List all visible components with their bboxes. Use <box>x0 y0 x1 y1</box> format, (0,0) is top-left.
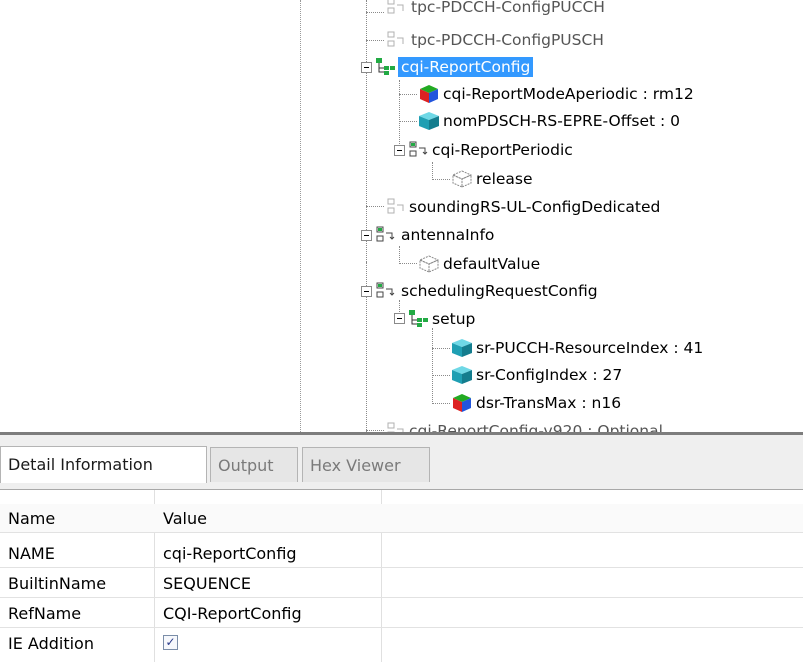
tree-connector <box>399 246 400 264</box>
tree-connector <box>432 162 433 180</box>
tab-output[interactable]: Output <box>210 447 298 482</box>
tree-node-label: cqi-ReportConfig-v920 : Optional <box>409 422 663 432</box>
sequence-icon <box>407 309 429 329</box>
tree-node[interactable]: sr-PUCCH-ResourceIndex : 41 <box>451 335 706 361</box>
tree-node-label: nomPDSCH-RS-EPRE-Offset : 0 <box>443 112 681 130</box>
collapse-toggle-cqi-reportconfig[interactable] <box>361 62 372 73</box>
tree-node-label: setup <box>432 310 476 328</box>
tree-node-label: tpc-PDCCH-ConfigPUCCH <box>411 0 605 16</box>
tree-connector <box>399 121 417 122</box>
null-cube-icon <box>451 169 473 189</box>
tree-node[interactable]: antennaInfo <box>374 222 497 248</box>
grid-row[interactable]: BuiltinName SEQUENCE <box>0 569 803 598</box>
column-header-name[interactable]: Name <box>8 504 55 533</box>
tree-node-label: release <box>476 170 533 188</box>
tree-node-label: cqi-ReportModeAperiodic : rm12 <box>443 85 694 103</box>
column-header-value[interactable]: Value <box>163 504 207 533</box>
choice-icon <box>407 140 429 160</box>
property-value: SEQUENCE <box>163 574 251 593</box>
tree-node[interactable]: nomPDSCH-RS-EPRE-Offset : 0 <box>418 108 683 134</box>
tree-connector <box>366 12 384 13</box>
tree-connector <box>432 328 433 404</box>
property-value: cqi-ReportConfig <box>163 544 297 563</box>
ie-tree-view[interactable]: tpc-PDCCH-ConfigPUCCH tpc-PDCCH-ConfigPU… <box>0 0 803 432</box>
optional-choice-icon <box>384 0 406 17</box>
grid-row[interactable]: RefName CQI-ReportConfig <box>0 599 803 628</box>
tree-node[interactable]: setup <box>407 306 478 332</box>
optional-choice-icon <box>384 421 406 432</box>
detail-properties-grid: Name Value NAME cqi-ReportConfig Builtin… <box>0 490 803 662</box>
collapse-toggle-setup[interactable] <box>394 313 405 324</box>
tree-node[interactable]: tpc-PDCCH-ConfigPUSCH <box>387 27 607 53</box>
tree-node[interactable]: schedulingRequestConfig <box>374 278 601 304</box>
tree-node[interactable]: release <box>451 166 536 192</box>
tree-connector <box>432 179 450 180</box>
optional-choice-icon <box>384 30 406 50</box>
property-value: CQI-ReportConfig <box>163 604 302 623</box>
tree-node-label: soundingRS-UL-ConfigDedicated <box>409 198 661 216</box>
tree-connector <box>399 263 417 264</box>
enumerated-cube-icon <box>418 84 440 104</box>
tree-node[interactable]: cqi-ReportPeriodic <box>407 137 576 163</box>
collapse-toggle-schedulingrequestconfig[interactable] <box>361 286 372 297</box>
optional-choice-icon <box>384 197 406 217</box>
tree-node-label: cqi-ReportConfig <box>398 57 534 77</box>
tree-node[interactable]: sr-ConfigIndex : 27 <box>451 362 625 388</box>
tree-node-label: cqi-ReportPeriodic <box>432 141 573 159</box>
choice-icon <box>374 281 396 301</box>
grid-header-row: Name Value <box>0 504 803 533</box>
tree-node-label: tpc-PDCCH-ConfigPUSCH <box>411 31 604 49</box>
tree-node-label: sr-ConfigIndex : 27 <box>476 366 623 384</box>
tree-node-label: dsr-TransMax : n16 <box>476 394 622 412</box>
choice-icon <box>374 225 396 245</box>
tree-connector <box>432 348 450 349</box>
tree-node[interactable]: dsr-TransMax : n16 <box>451 390 624 416</box>
tree-node-label: schedulingRequestConfig <box>401 282 598 300</box>
collapse-toggle-cqi-reportperiodic[interactable] <box>394 145 405 156</box>
tree-node[interactable]: soundingRS-UL-ConfigDedicated <box>386 194 663 220</box>
property-name: NAME <box>8 544 55 563</box>
grid-row[interactable]: NAME cqi-ReportConfig <box>0 539 803 568</box>
tree-connector <box>399 94 417 95</box>
collapse-toggle-antennainfo[interactable] <box>361 230 372 241</box>
tree-node-label: defaultValue <box>443 255 541 273</box>
tree-node[interactable]: cqi-ReportConfig-v920 : Optional <box>386 418 666 432</box>
tab-hex-viewer[interactable]: Hex Viewer <box>302 447 430 482</box>
tree-connector <box>366 430 384 431</box>
tree-connector <box>399 80 400 150</box>
tree-node[interactable]: defaultValue <box>418 251 543 277</box>
enumerated-cube-icon <box>451 393 473 413</box>
ie-addition-checkbox[interactable]: ✓ <box>163 635 178 650</box>
tab-detail-information[interactable]: Detail Information <box>0 446 207 483</box>
sequence-icon <box>374 57 396 77</box>
tree-node-label: antennaInfo <box>401 226 495 244</box>
integer-cube-icon <box>451 365 473 385</box>
null-cube-icon <box>418 254 440 274</box>
property-name: IE Addition <box>8 634 94 653</box>
tree-guide-line <box>300 0 301 432</box>
tree-connector <box>432 375 450 376</box>
tree-connector <box>432 403 450 404</box>
integer-cube-icon <box>418 111 440 131</box>
property-name: RefName <box>8 604 82 623</box>
tree-node-selected[interactable]: cqi-ReportConfig <box>374 54 534 80</box>
grid-row[interactable]: IE Addition ✓ <box>0 629 803 658</box>
tab-strip: Detail Information Output Hex Viewer <box>0 435 803 490</box>
tree-node[interactable]: tpc-PDCCH-ConfigPUCCH <box>387 0 608 20</box>
property-name: BuiltinName <box>8 574 107 593</box>
tree-connector <box>366 40 384 41</box>
integer-cube-icon <box>451 338 473 358</box>
tree-node-label: sr-PUCCH-ResourceIndex : 41 <box>476 339 704 357</box>
tree-connector <box>366 206 384 207</box>
tree-node[interactable]: cqi-ReportModeAperiodic : rm12 <box>418 81 697 107</box>
